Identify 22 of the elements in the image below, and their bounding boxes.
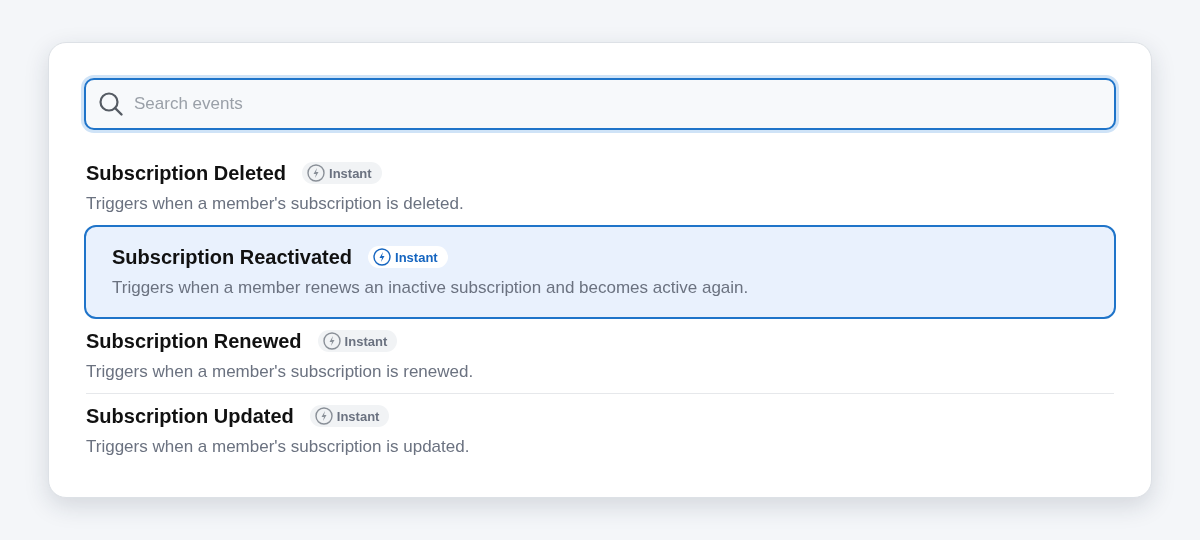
instant-badge: Instant	[309, 405, 390, 427]
instant-badge: Instant	[368, 246, 448, 268]
search-icon	[98, 91, 124, 117]
event-title: Subscription Deleted	[86, 161, 287, 185]
event-description: Triggers when a member's subscription is renewed.	[86, 361, 475, 383]
event-title: Subscription Renewed	[86, 329, 302, 353]
event-item[interactable]: Subscription Deleted Instant Triggers when a member's subscription is deleted.	[84, 151, 1116, 225]
lightning-icon	[314, 407, 333, 425]
search-field[interactable]: Search events	[84, 78, 1116, 130]
event-description: Triggers when a member's subscription is deleted.	[86, 193, 465, 215]
lightning-icon	[322, 332, 341, 350]
lightning-icon	[373, 248, 392, 266]
event-item[interactable]: Subscription Renewed Instant Triggers when a member's subscription is renewed.	[84, 319, 1116, 393]
instant-badge: Instant	[317, 330, 398, 352]
event-item[interactable]: Subscription Reactivated Instant Triggers when a member renews an inactive subscription and becomes active again.	[84, 225, 1116, 319]
event-description: Triggers when a member's subscription is updated.	[86, 436, 471, 458]
event-title: Subscription Updated	[86, 404, 294, 428]
lightning-icon	[307, 164, 326, 182]
instant-badge: Instant	[302, 162, 382, 184]
event-title: Subscription Reactivated	[112, 245, 353, 269]
event-description: Triggers when a member renews an inactive subscription and becomes active again.	[112, 277, 750, 299]
event-item[interactable]: Subscription Updated Instant Triggers when a member's subscription is updated.	[84, 394, 1116, 468]
